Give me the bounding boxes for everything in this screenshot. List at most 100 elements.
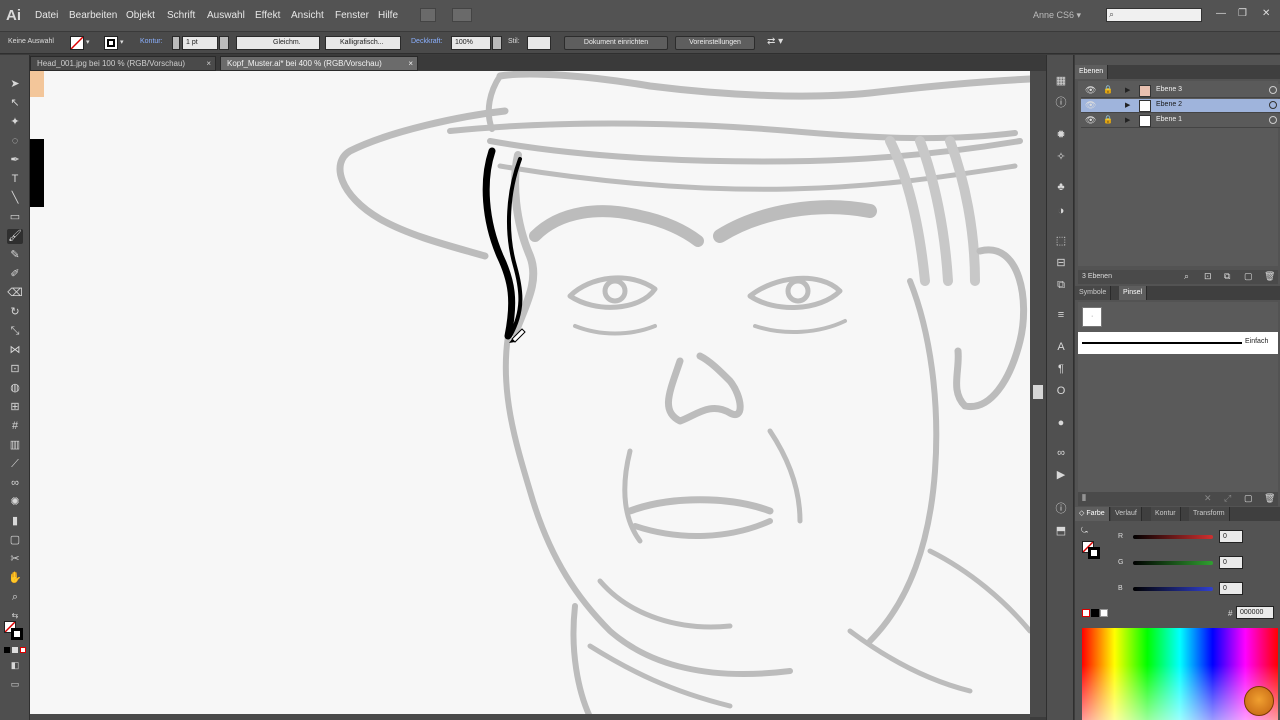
style-swatch[interactable] — [527, 36, 551, 50]
delete-brush-icon[interactable]: 🗑 — [1264, 493, 1275, 504]
new-sublayer-icon[interactable]: ⧉ — [1224, 271, 1230, 282]
free-transform-tool-icon[interactable]: ⊡ — [7, 362, 23, 377]
menu-datei[interactable]: Datei — [35, 10, 58, 21]
stroke-indicator[interactable] — [1088, 547, 1100, 559]
pen-tool-icon[interactable]: ✒ — [7, 153, 23, 168]
lock-icon[interactable]: 🔒 — [1103, 85, 1113, 94]
visibility-eye-icon[interactable]: 👁 — [1085, 100, 1096, 111]
artboard-canvas[interactable] — [30, 71, 1030, 717]
gradient-tool-icon[interactable]: ▥ — [7, 438, 23, 453]
visibility-eye-icon[interactable]: 👁 — [1085, 115, 1096, 126]
vertical-scrollbar[interactable] — [1030, 71, 1046, 717]
expand-triangle-icon[interactable]: ▶ — [1125, 86, 1130, 94]
appearance-panel-icon[interactable]: ◑ — [1053, 203, 1069, 219]
brush-swatch[interactable]: · — [1082, 307, 1102, 327]
blend-tool-icon[interactable]: ∞ — [7, 476, 23, 491]
black-swatch[interactable] — [1091, 609, 1099, 617]
menu-ansicht[interactable]: Ansicht — [291, 10, 324, 21]
swatches-panel-icon[interactable]: ▦ — [1053, 73, 1069, 89]
maximize-button[interactable]: ❐ — [1238, 8, 1247, 19]
stroke-color-box[interactable] — [11, 628, 23, 640]
width-tool-icon[interactable]: ⋈ — [7, 343, 23, 358]
color-guide-icon[interactable]: ✹ — [1053, 127, 1069, 143]
green-slider[interactable] — [1133, 561, 1213, 565]
none-mode-icon[interactable] — [20, 647, 26, 653]
paintbrush-tool-icon[interactable]: 🖌 — [7, 229, 23, 244]
direct-selection-tool-icon[interactable]: ↖ — [7, 96, 23, 111]
menu-effekt[interactable]: Effekt — [255, 10, 280, 21]
slice-tool-icon[interactable]: ✂ — [7, 552, 23, 567]
column-graph-tool-icon[interactable]: ▮ — [7, 514, 23, 529]
tab-symbols[interactable]: Symbole — [1075, 286, 1112, 300]
stroke-weight-field[interactable]: 1 pt — [182, 36, 218, 50]
fill-swatch[interactable] — [70, 36, 84, 50]
hex-value-field[interactable]: 000000 — [1236, 606, 1274, 619]
close-tab-icon[interactable]: × — [206, 57, 211, 71]
scale-tool-icon[interactable]: ⤡ — [7, 324, 23, 339]
eyedropper-tool-icon[interactable]: ⟋ — [7, 457, 23, 472]
menu-bearbeiten[interactable]: Bearbeiten — [69, 10, 117, 21]
blob-brush-tool-icon[interactable]: ✐ — [7, 267, 23, 282]
mesh-tool-icon[interactable]: # — [7, 419, 23, 434]
tab-layers[interactable]: Ebenen — [1075, 65, 1109, 79]
locate-object-icon[interactable]: ⌕ — [1184, 271, 1189, 282]
red-slider[interactable] — [1133, 535, 1213, 539]
tab-transform[interactable]: Transform — [1189, 507, 1230, 521]
selection-tool-icon[interactable]: ➤ — [7, 77, 23, 92]
stroke-swatch[interactable] — [104, 36, 118, 50]
shape-builder-tool-icon[interactable]: ◍ — [7, 381, 23, 396]
close-button[interactable]: ✕ — [1262, 8, 1270, 19]
pathfinder-panel-icon[interactable]: ⧉ — [1053, 277, 1069, 293]
opacity-dropdown[interactable] — [492, 36, 502, 50]
swap-fill-stroke-icon[interactable]: ⤿ — [1081, 526, 1088, 536]
opacity-label[interactable]: Deckkraft: — [411, 38, 443, 45]
arrange-documents-icon[interactable] — [452, 8, 472, 22]
pencil-tool-icon[interactable]: ✎ — [7, 248, 23, 263]
white-swatch[interactable] — [1100, 609, 1108, 617]
artboard-tool-icon[interactable]: ▢ — [7, 533, 23, 548]
type-tool-icon[interactable]: T — [7, 172, 23, 187]
eraser-tool-icon[interactable]: ⌫ — [7, 286, 23, 301]
close-tab-icon[interactable]: × — [408, 57, 413, 71]
workspace-switcher[interactable]: Anne CS6 ▾ — [1033, 10, 1081, 21]
search-input[interactable] — [1106, 8, 1202, 22]
magic-wand-tool-icon[interactable]: ✦ — [7, 115, 23, 130]
rotate-tool-icon[interactable]: ↻ — [7, 305, 23, 320]
scrollbar-thumb[interactable] — [1033, 385, 1043, 399]
layer-row[interactable]: 👁 ▶ Ebene 2 — [1081, 99, 1280, 113]
lasso-tool-icon[interactable]: ◌ — [7, 134, 23, 149]
line-tool-icon[interactable]: ╲ — [7, 191, 23, 206]
transform-panel-icon[interactable]: ⬚ — [1053, 233, 1069, 249]
tab-color[interactable]: ◇ Farbe — [1075, 507, 1110, 521]
opacity-field[interactable]: 100% — [451, 36, 491, 50]
document-setup-button[interactable]: Dokument einrichten — [564, 36, 668, 50]
brush-dropdown[interactable]: Kalligrafisch... — [325, 36, 401, 50]
visibility-eye-icon[interactable]: 👁 — [1085, 85, 1096, 96]
menu-hilfe[interactable]: Hilfe — [378, 10, 398, 21]
align-panel-icon[interactable]: ⊟ — [1053, 255, 1069, 271]
target-circle-icon[interactable] — [1269, 101, 1277, 109]
character-panel-icon[interactable]: A — [1053, 339, 1069, 355]
perspective-grid-tool-icon[interactable]: ⊞ — [7, 400, 23, 415]
chevron-down-icon[interactable]: ▾ — [120, 38, 124, 46]
brush-library-icon[interactable]: ⦀ — [1082, 493, 1086, 504]
draw-mode-icon[interactable]: ◧ — [7, 658, 23, 673]
clipping-mask-icon[interactable]: ⊡ — [1204, 271, 1212, 282]
info-panel-icon[interactable]: ⓘ — [1053, 95, 1069, 111]
bridge-icon[interactable] — [420, 8, 436, 22]
links-panel-icon[interactable]: ∞ — [1053, 445, 1069, 461]
green-value-field[interactable]: 0 — [1219, 556, 1243, 569]
layer-row[interactable]: 👁 🔒 ▶ Ebene 3 — [1081, 84, 1280, 98]
gradient-mode-icon[interactable] — [12, 647, 18, 653]
navigator-panel-icon[interactable]: ● — [1053, 415, 1069, 431]
delete-layer-icon[interactable]: 🗑 — [1264, 271, 1275, 282]
stroke-stepper[interactable] — [172, 36, 180, 50]
tab-head-jpg[interactable]: Head_001.jpg bei 100 % (RGB/Vorschau) × — [30, 56, 216, 71]
hand-tool-icon[interactable]: ✋ — [7, 571, 23, 586]
blue-value-field[interactable]: 0 — [1219, 582, 1243, 595]
flattener-preview-icon[interactable]: ⬒ — [1053, 523, 1069, 539]
new-layer-icon[interactable]: ▢ — [1244, 271, 1253, 282]
minimize-button[interactable]: — — [1216, 8, 1226, 19]
profile-dropdown[interactable]: Gleichm. — [236, 36, 320, 50]
actions-panel-icon[interactable]: ▶ — [1053, 467, 1069, 483]
